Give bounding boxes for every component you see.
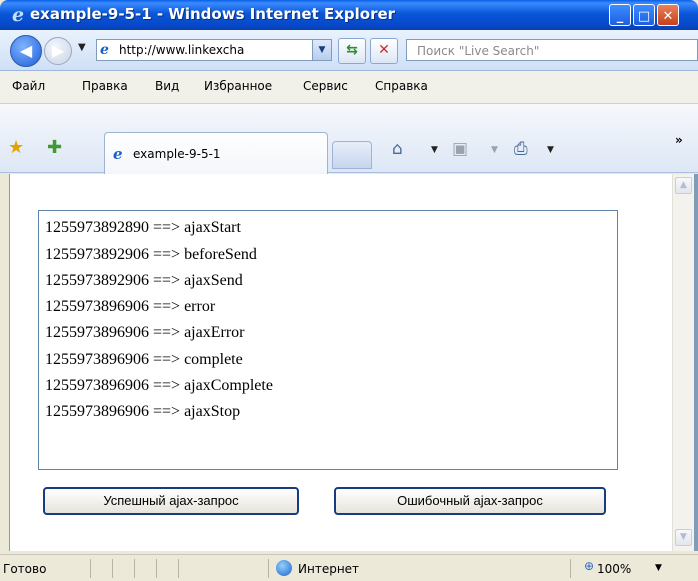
status-divider <box>156 559 157 578</box>
history-dropdown-icon[interactable]: ▼ <box>78 42 86 53</box>
page-icon: e <box>100 42 109 58</box>
print-dropdown-icon[interactable]: ▼ <box>547 145 554 155</box>
status-divider <box>112 559 113 578</box>
search-placeholder: Поиск "Live Search" <box>417 44 540 58</box>
rss-icon[interactable]: ▣ <box>452 139 468 159</box>
page-content: 1255973892890 ==> ajaxStart 125597389290… <box>9 174 672 551</box>
search-input[interactable]: Поиск "Live Search" <box>406 39 698 61</box>
home-icon[interactable]: ⌂ <box>392 139 403 159</box>
log-line: 1255973896906 ==> ajaxStop <box>45 403 241 420</box>
address-toolbar: ◀ ▶ ▼ e http://www.linkexcha ▼ ⇆ ✕ Поиск… <box>0 30 698 71</box>
star-icon[interactable]: ★ <box>8 137 24 158</box>
log-output: 1255973892890 ==> ajaxStart 125597389290… <box>38 210 618 470</box>
address-dropdown-icon[interactable]: ▼ <box>312 40 331 60</box>
log-line: 1255973892906 ==> beforeSend <box>45 246 257 263</box>
menu-tools[interactable]: Сервис <box>303 79 348 93</box>
success-request-button[interactable]: Успешный ajax-запрос <box>43 487 299 515</box>
globe-icon <box>276 560 292 576</box>
tab-bar: ★ ✚ e example-9-5-1 ⌂ ▼ ▣ ▼ ⎙ ▼ » <box>0 104 698 174</box>
menu-favorites[interactable]: Избранное <box>204 79 272 93</box>
window-border <box>694 174 698 551</box>
browser-window: e example-9-5-1 - Windows Internet Explo… <box>0 0 698 581</box>
menu-bar: Файл Правка Вид Избранное Сервис Справка <box>0 71 698 104</box>
tab-label: example-9-5-1 <box>133 147 221 161</box>
status-divider <box>134 559 135 578</box>
log-line: 1255973896906 ==> error <box>45 298 216 315</box>
back-button[interactable]: ◀ <box>10 35 42 67</box>
window-title: example-9-5-1 - Windows Internet Explore… <box>30 5 396 23</box>
rss-dropdown-icon[interactable]: ▼ <box>491 145 498 155</box>
security-zone: Интернет <box>298 562 360 576</box>
tab-ie-icon: e <box>113 145 123 163</box>
status-bar: Готово Интернет ⊕ 100% ▼ <box>0 554 698 581</box>
log-line: 1255973892906 ==> ajaxSend <box>45 272 243 289</box>
url-text[interactable]: http://www.linkexcha <box>119 43 307 57</box>
minimize-button[interactable]: _ <box>609 4 631 26</box>
vertical-scrollbar[interactable]: ▲ ▼ <box>672 174 694 551</box>
home-dropdown-icon[interactable]: ▼ <box>431 145 438 155</box>
menu-help[interactable]: Справка <box>375 79 428 93</box>
forward-button[interactable]: ▶ <box>44 37 72 65</box>
stop-button[interactable]: ✕ <box>370 38 398 64</box>
zoom-level[interactable]: 100% <box>597 562 631 576</box>
log-line: 1255973892890 ==> ajaxStart <box>45 219 241 236</box>
title-bar: e example-9-5-1 - Windows Internet Explo… <box>0 0 698 30</box>
zoom-icon[interactable]: ⊕ <box>584 559 594 573</box>
tab-active[interactable]: e example-9-5-1 <box>104 132 328 174</box>
maximize-button[interactable]: □ <box>633 4 655 26</box>
add-favorite-icon[interactable]: ✚ <box>47 137 62 158</box>
ie-logo-icon: e <box>11 4 25 26</box>
print-icon[interactable]: ⎙ <box>514 139 528 159</box>
log-line: 1255973896906 ==> ajaxComplete <box>45 377 273 394</box>
menu-edit[interactable]: Правка <box>82 79 128 93</box>
close-button[interactable]: ✕ <box>657 4 679 26</box>
log-line: 1255973896906 ==> complete <box>45 351 243 368</box>
status-divider <box>268 559 269 578</box>
new-tab-button[interactable] <box>332 141 372 169</box>
status-divider <box>90 559 91 578</box>
refresh-button[interactable]: ⇆ <box>338 38 366 64</box>
more-toolbar-button[interactable]: » <box>675 133 683 147</box>
menu-file[interactable]: Файл <box>12 79 45 93</box>
status-divider <box>570 559 571 578</box>
scroll-up-icon[interactable]: ▲ <box>675 177 692 194</box>
status-divider <box>178 559 179 578</box>
log-line: 1255973896906 ==> ajaxError <box>45 324 245 341</box>
menu-view[interactable]: Вид <box>155 79 179 93</box>
zoom-dropdown-icon[interactable]: ▼ <box>655 563 662 573</box>
status-text: Готово <box>3 562 47 576</box>
scroll-down-icon[interactable]: ▼ <box>675 529 692 546</box>
error-request-button[interactable]: Ошибочный ajax-запрос <box>334 487 606 515</box>
address-field[interactable]: e http://www.linkexcha ▼ <box>96 39 332 61</box>
